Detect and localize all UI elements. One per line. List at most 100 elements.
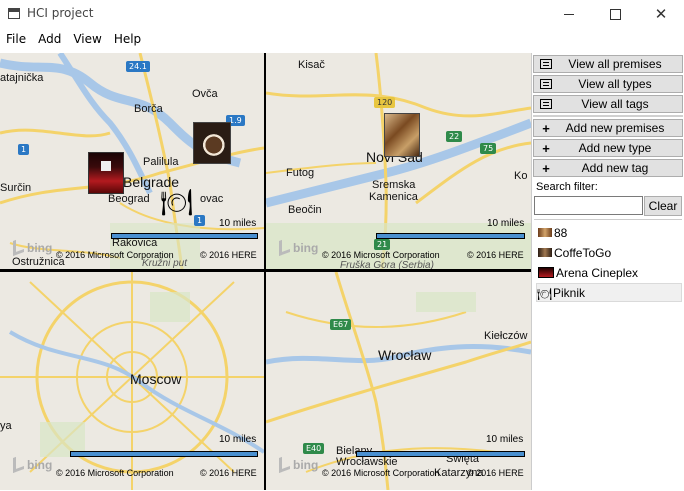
map-label-city: Moscow (130, 371, 182, 387)
map-label: Wrocławskie (336, 456, 398, 468)
cinema-thumb-icon (538, 267, 554, 278)
panel-separator (533, 115, 683, 117)
bing-logo: bing (13, 453, 52, 474)
bing-icon (13, 236, 24, 257)
menu-file[interactable]: File (0, 29, 32, 51)
maximize-icon (609, 8, 621, 20)
map-copyright-here: © 2016 HERE (467, 250, 524, 260)
menu-view[interactable]: View (67, 29, 107, 51)
map-label: ovac (200, 193, 224, 205)
plus-icon: + (542, 160, 550, 176)
map-label: Kamenica (369, 191, 418, 203)
close-button[interactable]: ✕ (638, 0, 684, 28)
list-item[interactable]: 88 (538, 223, 680, 242)
map-scale-text: 10 miles (219, 218, 257, 229)
plus-icon: + (542, 120, 550, 136)
map-label: Borča (134, 103, 163, 115)
road-shield: 1 (18, 144, 30, 155)
close-icon: ✕ (654, 4, 668, 23)
view-all-premises-button[interactable]: View all premises (533, 55, 683, 73)
map-label: Kisač (298, 59, 325, 71)
map-label: Sremska (372, 179, 416, 191)
maximize-button[interactable] (592, 0, 638, 28)
minimize-icon (564, 13, 574, 15)
add-new-type-button[interactable]: + Add new type (533, 139, 683, 157)
map-scale-bar (376, 233, 525, 239)
map-label-city: Wrocław (378, 347, 432, 363)
map-belgrade[interactable]: 24.1 1.9 1 1 atajnička Borča Ovča Palilu… (0, 53, 264, 269)
app-window-icon (8, 8, 20, 19)
road-shield: 75 (480, 143, 497, 154)
map-wroclaw[interactable]: E67 E40 Wrocław Kiełczów Bielany Wrocław… (266, 272, 531, 490)
list-icon (538, 57, 554, 72)
bing-logo: bing (279, 236, 318, 257)
list-icon (538, 97, 554, 112)
window-title: HCI project (27, 6, 94, 20)
search-filter-label: Search filter: (536, 181, 598, 193)
premises-pin-piknik[interactable]: 🍽 (160, 190, 193, 216)
side-panel: View all premises View all types View al… (531, 53, 684, 490)
road-shield: E67 (330, 319, 352, 330)
bing-icon (13, 453, 24, 474)
bing-icon (279, 453, 290, 474)
map-label: ya (0, 420, 12, 432)
premises-pin-arena-cineplex[interactable] (88, 152, 124, 194)
map-scale-bar (70, 451, 258, 457)
road-shield: 120 (374, 97, 396, 108)
map-scale-text: 10 miles (486, 434, 524, 445)
list-item[interactable]: CoffeToGo (538, 243, 680, 262)
road-shield: 24.1 (126, 61, 150, 72)
menu-bar: File Add View Help (0, 29, 684, 51)
restaurant-thumb-icon (538, 228, 552, 237)
minimize-button[interactable] (546, 0, 592, 28)
map-scale-bar (356, 451, 525, 457)
map-label: Futog (286, 167, 315, 179)
plus-icon: + (542, 140, 550, 156)
map-label: atajnička (0, 72, 44, 84)
map-label: Beograd (108, 193, 150, 205)
map-copyright-microsoft: © 2016 Microsoft Corporation (56, 250, 174, 260)
map-scale-bar (111, 233, 258, 239)
map-copyright-here: © 2016 HERE (200, 468, 257, 478)
bing-icon (279, 236, 290, 257)
map-grid: 24.1 1.9 1 1 atajnička Borča Ovča Palilu… (0, 53, 531, 490)
map-scale-text: 10 miles (219, 434, 257, 445)
map-scale-text: 10 miles (487, 218, 525, 229)
list-item-selected[interactable]: 🍽 Piknik (536, 283, 682, 302)
add-new-tag-button[interactable]: + Add new tag (533, 159, 683, 177)
map-copyright-here: © 2016 HERE (467, 468, 524, 478)
map-label: Beočin (288, 204, 322, 216)
map-label: Ovča (192, 88, 218, 100)
map-copyright-microsoft: © 2016 Microsoft Corporation (322, 250, 440, 260)
map-copyright-microsoft: © 2016 Microsoft Corporation (56, 468, 174, 478)
map-label: Palilula (143, 156, 179, 168)
road-shield: 1 (194, 215, 206, 226)
map-copyright-microsoft: © 2016 Microsoft Corporation (322, 468, 440, 478)
premises-list: 88 CoffeToGo Arena Cineplex 🍽 Piknik (534, 219, 682, 491)
cutlery-thumb-icon: 🍽 (537, 287, 553, 301)
menu-add[interactable]: Add (32, 29, 67, 51)
bing-logo: bing (279, 453, 318, 474)
view-all-tags-button[interactable]: View all tags (533, 95, 683, 113)
map-novisad[interactable]: 120 22 75 21 Kisač Novi Sad Futog Sremsk… (266, 53, 531, 269)
map-label: Kiełczów (484, 330, 528, 342)
add-new-premises-button[interactable]: + Add new premises (533, 119, 683, 137)
list-icon (538, 77, 554, 92)
premises-pin-coffetogo[interactable] (193, 122, 231, 164)
title-bar: HCI project ✕ (0, 0, 684, 28)
view-all-types-button[interactable]: View all types (533, 75, 683, 93)
premises-pin-88[interactable] (384, 113, 420, 157)
road-shield: 21 (374, 239, 391, 250)
map-moscow[interactable]: Moscow ya 10 miles bing © 2016 Microsoft… (0, 272, 264, 490)
map-label: Fruška Gora (Serbia) (340, 260, 434, 269)
map-label: Ko (514, 170, 528, 182)
road-shield: 22 (446, 131, 463, 142)
map-copyright-here: © 2016 HERE (200, 250, 257, 260)
list-item[interactable]: Arena Cineplex (538, 263, 680, 282)
clear-filter-button[interactable]: Clear (644, 196, 682, 216)
road-shield: E40 (303, 443, 325, 454)
search-filter-input[interactable] (534, 196, 643, 215)
bing-logo: bing (13, 236, 52, 257)
menu-help[interactable]: Help (108, 29, 147, 51)
map-label: Surčin (0, 182, 32, 194)
